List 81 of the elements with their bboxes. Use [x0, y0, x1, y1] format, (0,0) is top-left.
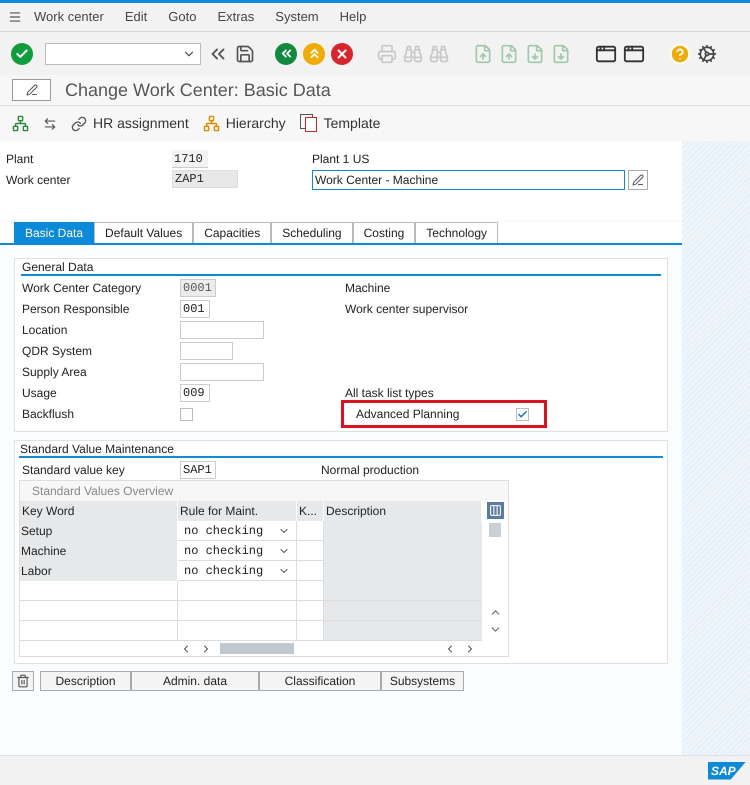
- link-icon: [71, 116, 87, 132]
- field-label: Standard value key: [21, 462, 126, 479]
- tab[interactable]: Technology: [415, 222, 498, 243]
- menu-icon[interactable]: [8, 10, 22, 24]
- edit-icon: [26, 84, 38, 96]
- field-label: Advanced Planning: [356, 406, 460, 423]
- input-field[interactable]: [180, 342, 233, 360]
- field-description: All task list types: [345, 385, 435, 402]
- scrollbar-thumb[interactable]: [489, 523, 501, 537]
- logo: SAP: [708, 762, 746, 780]
- network-icon[interactable]: [12, 115, 29, 132]
- plant-field[interactable]: 1710: [172, 150, 208, 168]
- trash-icon: [16, 674, 30, 688]
- scrollbar-thumb[interactable]: [220, 643, 294, 654]
- group-title: General Data: [21, 259, 661, 276]
- dropdown-field[interactable]: no checking: [178, 521, 297, 541]
- save-icon[interactable]: [235, 44, 255, 64]
- tab-button[interactable]: Admin. data: [131, 671, 259, 691]
- columns-icon: [488, 504, 502, 517]
- cancel-icon[interactable]: [331, 42, 353, 64]
- field-label: QDR System: [21, 343, 94, 360]
- field-label: Work Center Category: [21, 280, 142, 297]
- dropdown-field[interactable]: no checking: [178, 561, 297, 581]
- input-field[interactable]: 001: [180, 300, 210, 318]
- tab[interactable]: Capacities: [193, 222, 272, 243]
- menu-item[interactable]: Help: [340, 7, 366, 27]
- window-title: Change Work Center: Basic Data: [65, 78, 331, 102]
- long-text-icon[interactable]: [628, 170, 648, 190]
- delete-button[interactable]: [12, 671, 34, 691]
- field-label: Supply Area: [21, 364, 88, 381]
- tab-button[interactable]: Subsystems: [381, 671, 464, 691]
- column-header[interactable]: Rule for Maint.: [178, 501, 297, 521]
- dropdown-field[interactable]: no checking: [178, 541, 297, 561]
- tab-button[interactable]: Description: [40, 671, 131, 691]
- input-field[interactable]: SAP1: [180, 461, 216, 479]
- group-title: Standard Value Maintenance: [19, 441, 663, 458]
- field-label: Usage: [21, 385, 58, 402]
- table-title: Standard Values Overview: [20, 481, 508, 501]
- field-description: Machine: [345, 280, 392, 297]
- screen-menu-button[interactable]: [12, 79, 51, 101]
- plant-description: Plant 1 US: [312, 151, 370, 168]
- field-description: Normal production: [321, 462, 420, 479]
- field-description: Work center supervisor: [345, 301, 470, 318]
- menu-item[interactable]: System: [275, 7, 319, 27]
- enter-icon[interactable]: [11, 42, 33, 64]
- toolbar-button[interactable]: Hierarchy: [202, 113, 286, 134]
- menu-item[interactable]: Goto: [168, 7, 196, 27]
- checkbox[interactable]: [516, 408, 529, 420]
- checkbox[interactable]: [180, 408, 193, 420]
- work-center-field[interactable]: ZAP1: [172, 170, 238, 188]
- tab[interactable]: Scheduling: [271, 222, 353, 243]
- input-field[interactable]: [180, 363, 264, 381]
- column-header[interactable]: K...: [297, 501, 324, 521]
- description-field[interactable]: Work Center - Machine: [312, 170, 625, 190]
- field-label: Location: [21, 322, 68, 339]
- input-field[interactable]: 009: [180, 384, 210, 402]
- tab[interactable]: Default Values: [94, 222, 194, 243]
- table-cell: Setup: [20, 521, 178, 541]
- field-label: Person Responsible: [21, 301, 130, 318]
- input-field[interactable]: 0001: [180, 279, 216, 297]
- menu-item[interactable]: Edit: [124, 7, 148, 27]
- input-field[interactable]: [180, 321, 264, 339]
- swap-icon[interactable]: [43, 116, 57, 130]
- field-label: Plant: [6, 151, 34, 168]
- toolbar-button[interactable]: Template: [300, 113, 380, 134]
- menu-item[interactable]: Extras: [217, 7, 254, 27]
- tab[interactable]: Basic Data: [14, 222, 94, 243]
- hierarchy-icon: [202, 115, 220, 132]
- tab-button[interactable]: Classification: [259, 671, 381, 691]
- tab[interactable]: Costing: [352, 222, 416, 243]
- copy-icon: [300, 114, 318, 133]
- table-cell: Labor: [20, 561, 178, 581]
- column-settings-icon[interactable]: [486, 502, 504, 519]
- field-label: Backflush: [21, 406, 76, 423]
- command-field[interactable]: [45, 42, 201, 64]
- table-cell: Machine: [20, 541, 178, 561]
- field-label: Work center: [6, 172, 72, 189]
- menu-item[interactable]: Work center: [34, 7, 104, 27]
- settings-icon[interactable]: [697, 44, 717, 64]
- back-icon[interactable]: [275, 42, 297, 64]
- toolbar-button[interactable]: HR assignment: [71, 113, 189, 134]
